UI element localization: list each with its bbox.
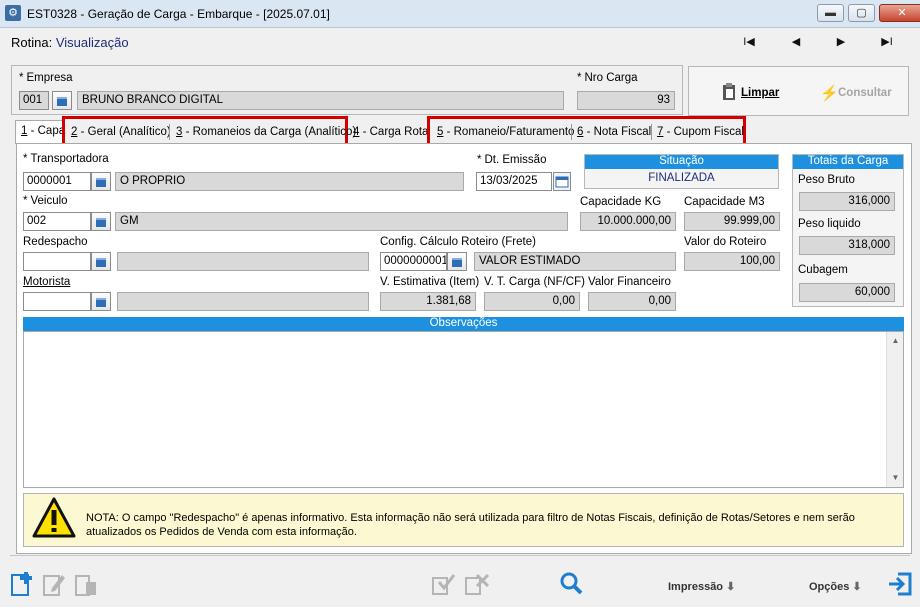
transportadora-lookup-icon[interactable] [91,172,111,191]
tab-carga-rota[interactable]: 4 - Carga Rota [348,122,433,143]
clipboard-icon [721,83,737,101]
situacao-header: Situação [585,155,778,169]
peso-liquido-field: 318,000 [799,236,895,255]
empresa-lookup-icon[interactable] [52,91,72,110]
note-panel: NOTA: O campo "Redespacho" é apenas info… [23,493,904,547]
scroll-down-icon[interactable]: ▼ [887,471,904,485]
nro-carga-label: * Nro Carga [577,72,638,84]
note-text: NOTA: O campo "Redespacho" é apenas info… [86,512,855,538]
tab-cupom-fiscal[interactable]: 7 - Cupom Fiscal [652,122,749,143]
valor-financeiro-label: Valor Financeiro [588,276,671,288]
peso-bruto-field: 316,000 [799,192,895,211]
rotina-row: Rotina: Visualização [11,35,129,50]
confirm-icon[interactable] [430,570,458,598]
nav-last-button[interactable]: ▶I [877,34,897,50]
situacao-box: Situação FINALIZADA [584,154,779,189]
motorista-lookup-icon[interactable] [91,292,111,311]
arrow-down-icon: ⬇ [852,581,862,593]
calendar-icon[interactable] [553,172,571,191]
cubagem-field: 60,000 [799,283,895,302]
veiculo-lookup-icon[interactable] [91,212,111,231]
veiculo-label: * Veiculo [23,195,68,207]
cubagem-label: Cubagem [798,264,848,276]
valor-roteiro-label: Valor do Roteiro [684,236,767,248]
consultar-button[interactable]: Consultar [838,87,892,99]
tab-romaneio-faturamento[interactable]: 5 - Romaneio/Faturamento [432,122,579,143]
capacidade-kg-label: Capacidade KG [580,196,662,208]
capacidade-m3-field: 99.999,00 [684,212,780,231]
veiculo-name-field: GM [115,212,568,231]
search-icon[interactable] [558,570,586,598]
redespacho-code-field[interactable] [23,252,91,271]
motorista-label: Motorista [23,276,71,288]
rotina-value: Visualização [55,35,129,50]
dt-emissao-field[interactable]: 13/03/2025 [476,172,552,191]
redespacho-label: Redespacho [23,236,88,248]
nav-next-button[interactable]: ▶ [831,34,851,50]
app-icon: ⚙ [5,5,21,21]
add-icon[interactable] [8,570,36,598]
cancel-icon[interactable] [463,570,491,598]
redespacho-lookup-icon[interactable] [91,252,111,271]
valor-financeiro-field: 0,00 [588,292,676,311]
title-bar: ⚙ EST0328 - Geração de Carga - Embarque … [0,0,920,28]
delete-icon[interactable] [72,570,100,598]
motorista-name-field [117,292,369,311]
capacidade-kg-field: 10.000.000,00 [580,212,676,231]
minimize-button[interactable]: ▬ [817,4,844,22]
v-estimativa-label: V. Estimativa (Item) [380,276,480,288]
limpar-button[interactable]: Limpar [741,87,779,99]
scroll-up-icon[interactable]: ▲ [887,334,904,348]
transportadora-code-field[interactable]: 0000001 [23,172,91,191]
opcoes-button[interactable]: Opções ⬇ [809,580,862,593]
transportadora-label: * Transportadora [23,153,109,165]
tab-capa[interactable]: 1 - Capa [15,120,65,144]
nav-prev-button[interactable]: ◀ [786,34,806,50]
config-calculo-code-field[interactable]: 0000000001 [380,252,447,271]
dt-emissao-label: * Dt. Emissão [477,154,547,166]
nro-carga-field: 93 [577,91,675,110]
nav-first-button[interactable]: I◀ [739,34,759,50]
impressao-button[interactable]: Impressão ⬇ [668,580,735,593]
bottom-toolbar: Impressão ⬇ Opções ⬇ [0,562,920,607]
observacoes-header: Observações [23,317,904,331]
tab-geral-analitico[interactable]: 2 - Geral (Analítico) [66,122,176,143]
config-calculo-lookup-icon[interactable] [447,252,467,271]
peso-liquido-label: Peso liquido [798,218,861,230]
tab-nota-fiscal[interactable]: 6 - Nota Fiscal [572,122,656,143]
peso-bruto-label: Peso Bruto [798,174,855,186]
valor-roteiro-field: 100,00 [684,252,780,271]
transportadora-name-field: O PROPRIO [115,172,464,191]
lightning-icon: ⚡ [820,85,839,102]
close-button[interactable]: ✕ [879,4,920,22]
divider [10,555,910,556]
empresa-label: * Empresa [19,72,73,84]
vt-carga-field: 0,00 [484,292,580,311]
totais-header: Totais da Carga [793,155,903,169]
capacidade-m3-label: Capacidade M3 [684,196,765,208]
arrow-down-icon: ⬇ [726,581,736,593]
window-title: EST0328 - Geração de Carga - Embarque - … [27,7,330,21]
config-calculo-name-field: VALOR ESTIMADO [474,252,676,271]
rotina-label: Rotina: [11,35,53,50]
veiculo-code-field[interactable]: 002 [23,212,91,231]
tab-separator [169,124,170,140]
tab-romaneios-carga[interactable]: 3 - Romaneios da Carga (Analítico) [171,122,361,143]
empresa-code-field[interactable]: 001 [19,91,49,110]
config-calculo-label: Config. Cálculo Roteiro (Frete) [380,236,536,248]
motorista-code-field[interactable] [23,292,91,311]
maximize-button[interactable]: ▢ [848,4,875,22]
v-estimativa-field: 1.381,68 [380,292,476,311]
vt-carga-label: V. T. Carga (NF/CF) [484,276,585,288]
edit-icon[interactable] [40,570,68,598]
exit-icon[interactable] [886,570,914,598]
action-panel: Limpar ⚡ Consultar [688,66,909,116]
situacao-value: FINALIZADA [648,172,715,184]
observacoes-textarea[interactable]: ▲ ▼ [23,331,904,488]
redespacho-name-field [117,252,369,271]
warning-icon [32,497,76,539]
observacoes-scrollbar[interactable]: ▲ ▼ [886,332,903,487]
empresa-name-field: BRUNO BRANCO DIGITAL [77,91,564,110]
